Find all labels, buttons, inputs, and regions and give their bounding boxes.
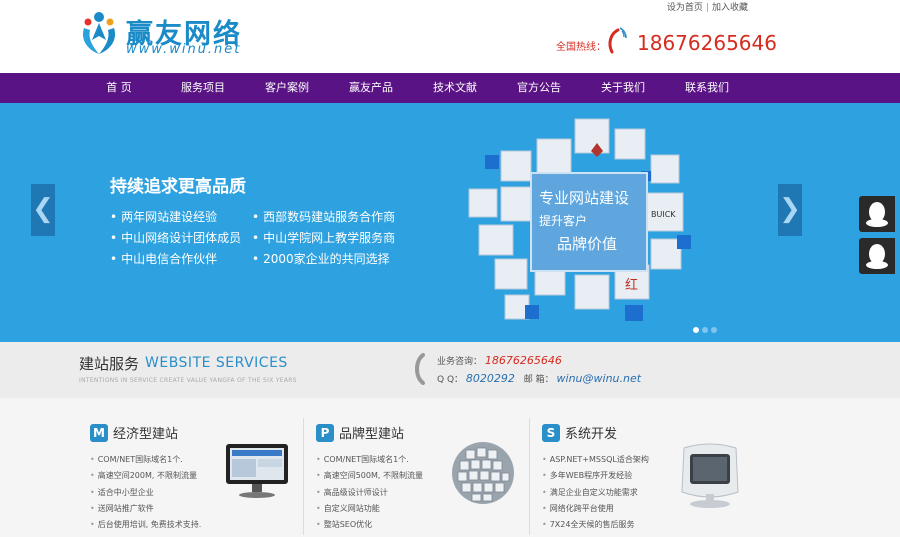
banner-bullets: 两年网站建设经验 西部数码建站服务合作商 中山网络设计团体成员 中山学院网上教学…	[110, 209, 420, 268]
consult-value[interactable]: 18676265646	[485, 354, 562, 367]
banner-bullet: 中山电信合作伙伴	[110, 251, 252, 268]
card-badge: M	[90, 423, 108, 442]
card-title[interactable]: 经济型建站	[113, 427, 178, 442]
cube-text-line2: 提升客户	[539, 213, 587, 228]
banner-pagination	[693, 327, 717, 333]
qq-email-row: Q Q： 8020292 邮 箱： winu@winu.net	[437, 372, 641, 385]
card-feature-list: COM/NET国际域名1个. 高速空间200M, 不限制流量 适合中小型企业 送…	[90, 452, 202, 533]
monitor-image	[226, 444, 288, 498]
logo-people-icon	[82, 12, 116, 54]
site-header: 赢友网络 www.winu.net 设为首页 | 加入收藏 全国热线： 186762…	[0, 0, 900, 73]
set-homepage-link[interactable]: 设为首页	[667, 0, 703, 13]
nav-home[interactable]: 首 页	[77, 73, 161, 103]
banner-bullet: 两年网站建设经验	[110, 209, 252, 226]
banner-dot[interactable]	[702, 327, 708, 333]
list-item: 适合中小型企业	[90, 485, 201, 501]
nav-about[interactable]: 关于我们	[581, 73, 665, 103]
qq-value[interactable]: 8020292	[466, 372, 515, 385]
banner-bullet: 西部数码建站服务合作商	[252, 209, 420, 226]
list-item: 后台使用培训, 免费技术支持.	[90, 517, 202, 533]
list-item: 多年WEB程序开发经验	[542, 468, 649, 484]
cube-text-line1: 专业网站建设	[539, 189, 629, 207]
list-item: 高速空间500M, 不限制流量	[316, 468, 423, 484]
site-logo[interactable]: 赢友网络 www.winu.net	[78, 10, 248, 58]
service-card-system[interactable]: S 系统开发 ASP.NET+MSSQL适合架构 多年WEB程序开发经验 满足企业…	[542, 420, 757, 537]
list-item: COM/NET国际域名1个.	[316, 452, 423, 468]
cube-brand-text: BUICK	[651, 210, 676, 219]
nav-services[interactable]: 服务项目	[161, 73, 245, 103]
card-feature-list: COM/NET国际域名1个. 高速空间500M, 不限制流量 高品级设计师设计 …	[316, 452, 423, 533]
list-item: 高速空间200M, 不限制流量	[90, 468, 201, 484]
keyboard-globe-image	[452, 442, 514, 504]
qq-chat-button[interactable]	[859, 196, 895, 232]
card-heading: S 系统开发	[542, 422, 617, 442]
card-title[interactable]: 品牌型建站	[339, 427, 404, 442]
banner-prev-button[interactable]: ❮	[31, 184, 55, 236]
service-columns: M 经济型建站 COM/NET国际域名1个. 高速空间200M, 不限制流量 适合…	[0, 398, 900, 537]
service-card-brand[interactable]: P 品牌型建站 COM/NET国际域名1个. 高速空间500M, 不限制流量 高品…	[316, 420, 531, 537]
hotline-label: 全国热线：	[556, 42, 606, 53]
card-heading: P 品牌型建站	[316, 422, 404, 442]
list-item: 满足企业自定义功能需求	[542, 485, 649, 501]
banner-next-button[interactable]: ❯	[778, 184, 802, 236]
svg-text:红: 红	[625, 277, 638, 293]
list-item: 7X24全天候的售后服务	[542, 517, 649, 533]
banner-cube-illustration: 专业网站建设 提升客户 品牌价值 BUICK 红	[468, 118, 691, 321]
banner-bullet: 中山学院网上教学服务商	[252, 230, 420, 247]
list-item: 整站SEO优化	[316, 517, 423, 533]
nav-contact[interactable]: 联系我们	[665, 73, 749, 103]
service-card-economy[interactable]: M 经济型建站 COM/NET国际域名1个. 高速空间200M, 不限制流量 适合…	[90, 420, 305, 537]
email-label: 邮 箱：	[523, 375, 554, 385]
phone-icon	[608, 27, 627, 54]
logo-url: www.winu.net	[126, 42, 242, 57]
services-title-en: WEBSITE SERVICES	[145, 355, 288, 371]
imac-computer-image	[681, 443, 739, 508]
top-links: 设为首页 | 加入收藏	[667, 0, 748, 13]
banner-dot-active[interactable]	[693, 327, 699, 333]
banner-bullet: 中山网络设计团体成员	[110, 230, 252, 247]
list-item: 自定义网站功能	[316, 501, 423, 517]
qq-penguin-icon	[866, 244, 888, 269]
email-value[interactable]: winu@winu.net	[557, 372, 642, 385]
card-heading: M 经济型建站	[90, 422, 178, 442]
nav-announcements[interactable]: 官方公告	[497, 73, 581, 103]
handset-icon	[415, 353, 425, 385]
top-links-separator: |	[705, 3, 709, 13]
list-item: 网络化跨平台使用	[542, 501, 649, 517]
services-tagline: INTENTIONS IN SERVICE CREATE VALUE YANGF…	[79, 377, 297, 384]
list-item: COM/NET国际域名1个.	[90, 452, 201, 468]
card-title[interactable]: 系统开发	[565, 427, 617, 442]
services-header: 建站服务 WEBSITE SERVICES INTENTIONS IN SERV…	[0, 342, 900, 398]
nav-cases[interactable]: 客户案例	[245, 73, 329, 103]
list-item: ASP.NET+MSSQL适合架构	[542, 452, 649, 468]
qq-chat-button[interactable]	[859, 238, 895, 274]
consult-phone: 业务咨询： 18676265646	[437, 354, 562, 367]
banner-dot[interactable]	[711, 327, 717, 333]
card-badge: P	[316, 423, 334, 442]
card-badge: S	[542, 423, 560, 442]
banner-bullet: 2000家企业的共同选择	[252, 251, 420, 268]
add-favorite-link[interactable]: 加入收藏	[712, 0, 748, 13]
main-nav: 首 页 服务项目 客户案例 赢友产品 技术文献 官方公告 关于我们 联系我们	[0, 73, 900, 103]
hotline-number[interactable]: 18676265646	[637, 31, 777, 55]
nav-docs[interactable]: 技术文献	[413, 73, 497, 103]
banner-title: 持续追求更高品质	[110, 177, 246, 197]
consult-label: 业务咨询：	[437, 357, 483, 367]
services-title-cn: 建站服务	[79, 355, 140, 373]
list-item: 送网站推广软件	[90, 501, 201, 517]
cube-text-line3: 品牌价值	[557, 235, 617, 253]
hero-banner: ❮ 持续追求更高品质 两年网站建设经验 西部数码建站服务合作商 中山网络设计团体…	[0, 103, 900, 342]
qq-label: Q Q：	[437, 375, 464, 385]
qq-penguin-icon	[866, 202, 888, 227]
card-feature-list: ASP.NET+MSSQL适合架构 多年WEB程序开发经验 满足企业自定义功能需…	[542, 452, 649, 533]
list-item: 高品级设计师设计	[316, 485, 423, 501]
nav-products[interactable]: 赢友产品	[329, 73, 413, 103]
